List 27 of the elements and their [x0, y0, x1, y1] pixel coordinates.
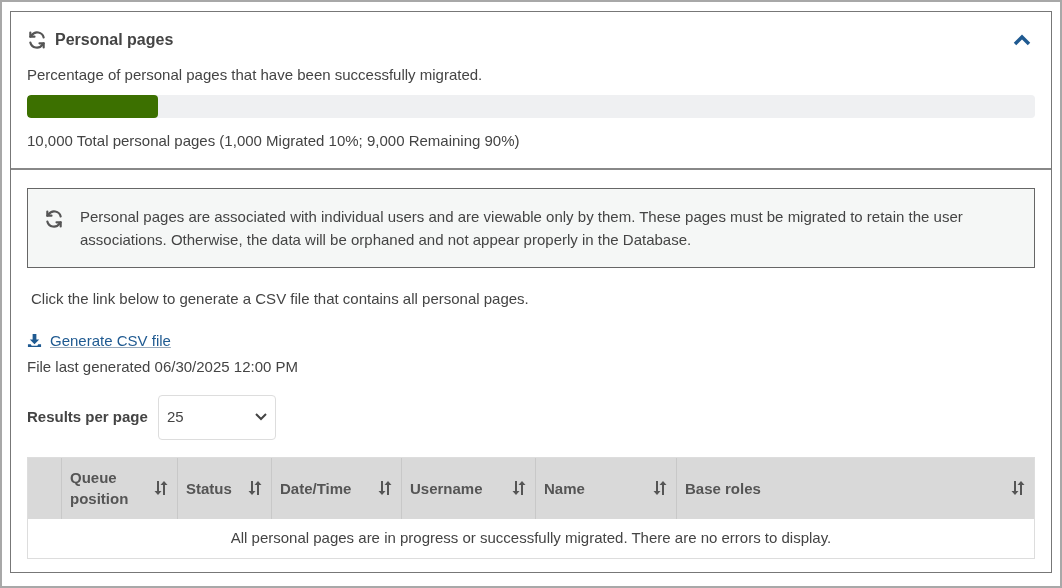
panel-description: Percentage of personal pages that have been successfully migrated.: [27, 65, 484, 85]
sync-icon: [44, 209, 64, 229]
progress-summary: 10,000 Total personal pages (1,000 Migrated 10%; 9,000 Remaining 90%): [27, 130, 521, 151]
sort-icon[interactable]: [153, 480, 169, 496]
column-header[interactable]: Queue position: [62, 457, 178, 519]
generate-csv-link[interactable]: Generate CSV file: [50, 329, 171, 352]
results-per-page-select[interactable]: 25: [157, 394, 276, 440]
column-header[interactable]: Base roles: [677, 457, 1034, 519]
instruction-text: Click the link below to generate a CSV file that contains all personal pages.: [31, 289, 530, 309]
empty-message: All personal pages are in progress or successfully migrated. There are no errors to display.: [229, 527, 833, 548]
notice-text: Personal pages are associated with individual users and are viewable only by them. These pages must be migrated to retain the user associations. Otherwise, the data will be orphaned and not appear properly in the Database.: [80, 207, 964, 250]
column-header[interactable]: Date/Time: [272, 457, 402, 519]
last-generated-text: File last generated 06/30/2025 12:00 PM: [27, 357, 300, 377]
sort-icon[interactable]: [511, 480, 527, 496]
results-per-page-label: Results per page: [27, 406, 148, 427]
sync-icon: [27, 30, 47, 50]
sort-icon[interactable]: [652, 480, 668, 496]
sort-icon[interactable]: [377, 480, 393, 496]
column-header[interactable]: Name: [536, 457, 677, 519]
column-header[interactable]: Status: [178, 457, 272, 519]
sort-icon[interactable]: [247, 480, 263, 496]
panel-title: Personal pages: [55, 30, 174, 50]
column-header[interactable]: Username: [402, 457, 536, 519]
sort-icon[interactable]: [1010, 480, 1026, 496]
collapse-button[interactable]: [1013, 34, 1031, 46]
chevron-down-icon: [254, 413, 267, 421]
download-icon: [27, 333, 42, 349]
